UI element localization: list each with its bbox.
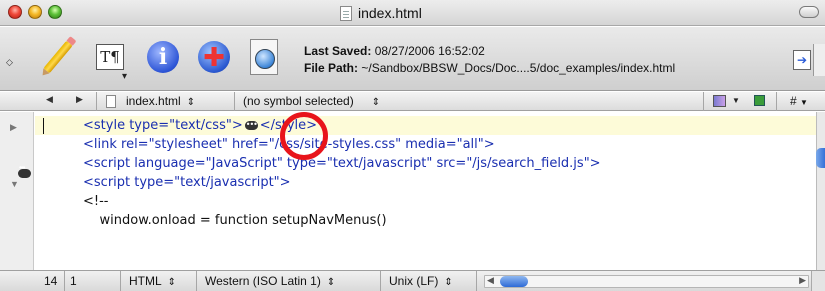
line-gutter[interactable]: ▶ ▼ (0, 112, 34, 270)
nav-back-arrow-icon[interactable]: ◀ (46, 94, 53, 105)
status-bar: 14 1 HTML ⇕ Western (ISO Latin 1) ⇕ Unix (… (0, 270, 825, 291)
nav-divider (96, 92, 97, 111)
vertical-scroll-thumb[interactable] (816, 148, 825, 168)
fold-indicator-icon[interactable] (18, 163, 31, 178)
edit-pencil-button[interactable] (38, 37, 78, 77)
file-popup-label: index.html (126, 94, 181, 108)
horizontal-scroll-thumb[interactable] (500, 276, 528, 287)
chevron-down-icon[interactable]: ▼ (732, 96, 740, 105)
code-line: <script type="text/javascript"> (83, 175, 291, 190)
line-endings-label: Unix (LF) (389, 274, 439, 288)
line-number[interactable]: 14 (44, 274, 57, 288)
horizontal-scrollbar[interactable]: ◀ ▶ (484, 275, 809, 288)
close-window-button[interactable] (8, 5, 22, 19)
info-icon: i (147, 41, 179, 73)
navigation-bar: ◀ ▶ index.html ⇕ (no symbol selected) ⇕ ▼ … (0, 92, 825, 111)
text-cursor (43, 118, 44, 134)
resize-corner[interactable] (811, 271, 825, 291)
line-endings-popup[interactable]: Unix (LF) ⇕ (389, 274, 453, 288)
code-line-part: <style type="text/css"> (83, 118, 243, 133)
title-bar: index.html (0, 0, 825, 26)
minimize-window-button[interactable] (28, 5, 42, 19)
nav-forward-arrow-icon[interactable]: ▶ (76, 94, 83, 105)
scroll-left-arrow-icon[interactable]: ◀ (487, 275, 494, 286)
status-divider (120, 271, 121, 291)
nav-divider (703, 92, 704, 111)
document-status-info: Last Saved: 08/27/2006 16:52:02 File Pat… (304, 43, 675, 77)
hash-label: # (790, 94, 797, 108)
window-title-group: index.html (340, 4, 422, 22)
code-line: <!-- (83, 194, 109, 209)
status-divider (196, 271, 197, 291)
document-info-button[interactable]: i (143, 37, 183, 77)
toolbar-toggle-button[interactable] (799, 6, 819, 18)
file-path-value: ~/Sandbox/BBSW_Docs/Doc....5/doc_example… (361, 61, 676, 75)
document-icon[interactable] (340, 5, 352, 21)
pencil-icon (43, 40, 73, 74)
encoding-popup[interactable]: Western (ISO Latin 1) ⇕ (205, 274, 335, 288)
toolbar-diamond-icon[interactable]: ◇ (6, 57, 13, 68)
folded-text-icon[interactable] (244, 115, 258, 134)
annotation-circle (280, 112, 328, 160)
globe-icon: ✚ (198, 41, 230, 73)
updown-arrows-icon: ⇕ (167, 277, 177, 288)
file-path-label: File Path: (304, 61, 359, 75)
bookmarks-icon[interactable] (713, 95, 726, 107)
language-label: HTML (129, 274, 162, 288)
symbol-popup-menu[interactable]: (no symbol selected) ⇕ (243, 94, 380, 108)
scroll-right-arrow-icon[interactable]: ▶ (799, 275, 806, 286)
updown-arrows-icon: ⇕ (326, 277, 336, 288)
web-preview-button[interactable]: ✚ (194, 37, 234, 77)
code-line: <script language="JavaScript" type="text… (83, 156, 601, 171)
last-saved-value: 08/27/2006 16:52:02 (374, 44, 485, 58)
safari-document-icon (250, 39, 278, 75)
collapse-triangle-icon[interactable]: ▼ (10, 179, 19, 189)
status-divider (476, 271, 477, 291)
updown-arrows-icon: ⇕ (186, 97, 196, 108)
counterpart-menu[interactable]: # ▼ (790, 94, 808, 108)
status-divider (64, 271, 65, 291)
zoom-window-button[interactable] (48, 5, 62, 19)
code-editor[interactable]: <style type="text/css"></style> <link re… (35, 112, 816, 270)
language-popup[interactable]: HTML ⇕ (129, 274, 176, 288)
last-saved-label: Last Saved: (304, 44, 372, 58)
toolbar-overflow-edge (813, 44, 825, 76)
vertical-scrollbar[interactable] (816, 112, 825, 270)
file-icon (106, 95, 116, 108)
code-line: window.onload = function setupNavMenus() (83, 213, 387, 228)
window-title: index.html (358, 5, 422, 21)
encoding-label: Western (ISO Latin 1) (205, 274, 321, 288)
chevron-down-icon: ▼ (800, 98, 808, 107)
column-number[interactable]: 1 (70, 274, 77, 288)
status-divider (380, 271, 381, 291)
disclosure-triangle-icon[interactable]: ▶ (10, 122, 17, 133)
symbol-popup-label: (no symbol selected) (243, 94, 354, 108)
open-file-arrow-button[interactable]: ➔ (793, 50, 811, 70)
nav-divider (776, 92, 777, 111)
updown-arrows-icon: ⇕ (444, 277, 453, 288)
text-options-button[interactable]: T¶ (90, 37, 130, 82)
text-options-icon: T¶ (96, 44, 127, 82)
updown-arrows-icon: ⇕ (371, 97, 381, 108)
file-popup-menu[interactable]: index.html ⇕ (126, 94, 195, 108)
preview-in-browser-button[interactable] (244, 37, 284, 77)
toolbar: ◇ T¶ i ✚ Last Saved: 08/27/2006 16:52:02… (0, 27, 825, 91)
nav-divider (234, 92, 235, 111)
document-status-icon[interactable] (754, 95, 765, 106)
